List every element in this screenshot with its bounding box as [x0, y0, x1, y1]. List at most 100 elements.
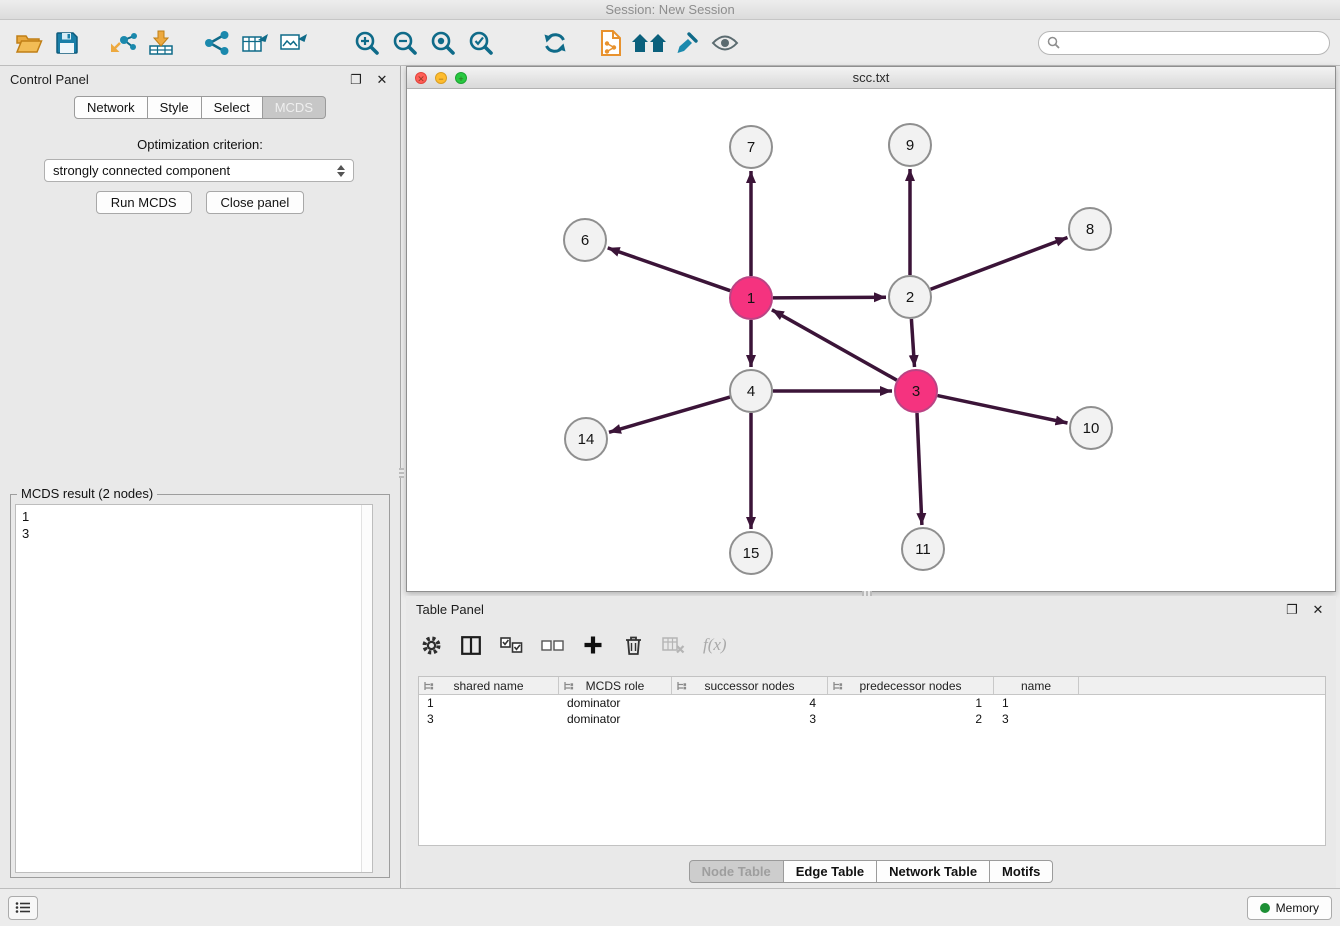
- graph-node-label-6: 6: [581, 232, 589, 249]
- share-document-button[interactable]: [592, 25, 630, 61]
- splitter-grip-vertical[interactable]: [399, 468, 404, 478]
- delete-table-button[interactable]: [662, 632, 685, 658]
- open-session-button[interactable]: [10, 25, 48, 61]
- tab-network[interactable]: Network: [74, 96, 148, 119]
- network-graph[interactable]: 7968124314101511: [407, 89, 1335, 591]
- cell-name[interactable]: 1: [994, 695, 1079, 711]
- import-table-icon: [148, 30, 174, 56]
- tab-style[interactable]: Style: [148, 96, 202, 119]
- plus-icon: [583, 635, 603, 655]
- toolbar-search[interactable]: [1038, 31, 1330, 55]
- tab-network-table[interactable]: Network Table: [877, 860, 990, 883]
- cell-successor-nodes[interactable]: 4: [672, 695, 828, 711]
- graph-edge-4-14[interactable]: [609, 397, 730, 432]
- show-panels-button[interactable]: [8, 896, 38, 920]
- graph-edge-2-8[interactable]: [931, 238, 1068, 290]
- node-table: shared name MCDS role successor nodes pr…: [418, 676, 1326, 846]
- column-header-name[interactable]: name: [994, 677, 1079, 694]
- criterion-select[interactable]: strongly connected component: [44, 159, 354, 182]
- minimize-window-icon[interactable]: −: [435, 72, 447, 84]
- cell-predecessor-nodes[interactable]: 2: [828, 711, 994, 727]
- memory-status-icon: [1260, 903, 1270, 913]
- tab-select[interactable]: Select: [202, 96, 263, 119]
- mcds-result-list[interactable]: 1 3: [15, 504, 373, 873]
- search-input[interactable]: [1065, 36, 1321, 50]
- unselect-all-columns-button[interactable]: [541, 632, 564, 658]
- column-header-mcds-role[interactable]: MCDS role: [559, 677, 672, 694]
- cell-successor-nodes[interactable]: 3: [672, 711, 828, 727]
- column-header-shared-name[interactable]: shared name: [419, 677, 559, 694]
- table-panel-tabs: Node Table Edge Table Network Table Moti…: [406, 860, 1336, 883]
- brush-button[interactable]: [668, 25, 706, 61]
- save-session-button[interactable]: [48, 25, 86, 61]
- column-header-label: shared name: [453, 679, 523, 693]
- memory-button[interactable]: Memory: [1247, 896, 1332, 920]
- tab-node-table[interactable]: Node Table: [689, 860, 784, 883]
- tab-edge-table[interactable]: Edge Table: [784, 860, 877, 883]
- graph-edge-1-2[interactable]: [773, 297, 886, 298]
- clone-network-button[interactable]: [198, 25, 236, 61]
- zoom-fit-button[interactable]: [424, 25, 462, 61]
- column-header-successor-nodes[interactable]: successor nodes: [672, 677, 828, 694]
- graph-node-label-11: 11: [915, 541, 931, 558]
- run-mcds-button[interactable]: Run MCDS: [96, 191, 192, 214]
- unselect-all-icon: [541, 639, 564, 652]
- table-row[interactable]: 3 dominator 3 2 3: [419, 711, 1325, 727]
- table-panel-header: Table Panel ❐ ✕: [406, 596, 1336, 622]
- cell-shared-name[interactable]: 1: [419, 695, 559, 711]
- cell-predecessor-nodes[interactable]: 1: [828, 695, 994, 711]
- column-header-label: name: [1021, 679, 1051, 693]
- search-icon: [1047, 36, 1060, 49]
- graph-edge-3-11[interactable]: [917, 413, 922, 525]
- window-titlebar[interactable]: Session: New Session: [0, 0, 1340, 20]
- mcds-result-item[interactable]: 3: [16, 525, 372, 542]
- tab-motifs[interactable]: Motifs: [990, 860, 1053, 883]
- select-all-columns-button[interactable]: [500, 632, 523, 658]
- cell-mcds-role[interactable]: dominator: [559, 695, 672, 711]
- close-table-panel-icon[interactable]: ✕: [1310, 601, 1326, 617]
- export-image-button[interactable]: [274, 25, 312, 61]
- refresh-view-button[interactable]: [536, 25, 574, 61]
- graph-edge-1-6[interactable]: [608, 248, 731, 291]
- import-table-button[interactable]: [142, 25, 180, 61]
- graph-edge-2-3[interactable]: [911, 319, 914, 367]
- status-bar: Memory: [0, 888, 1340, 926]
- graph-node-label-2: 2: [906, 289, 914, 306]
- network-window-titlebar[interactable]: ✕ − + scc.txt: [407, 67, 1335, 89]
- graph-edge-3-1[interactable]: [772, 310, 897, 380]
- zoom-selected-button[interactable]: [462, 25, 500, 61]
- tab-mcds[interactable]: MCDS: [263, 96, 326, 119]
- float-panel-icon[interactable]: ❐: [348, 71, 364, 87]
- import-network-button[interactable]: [104, 25, 142, 61]
- close-panel-icon[interactable]: ✕: [374, 71, 390, 87]
- column-header-predecessor-nodes[interactable]: predecessor nodes: [828, 677, 994, 694]
- cell-name[interactable]: 3: [994, 711, 1079, 727]
- show-hide-button[interactable]: [706, 25, 744, 61]
- table-settings-button[interactable]: [420, 632, 442, 658]
- maximize-window-icon[interactable]: +: [455, 72, 467, 84]
- network-view-window: ✕ − + scc.txt 7968124314101511: [406, 66, 1336, 592]
- mcds-result-item[interactable]: 1: [16, 505, 372, 525]
- create-column-button[interactable]: [582, 632, 604, 658]
- close-panel-button[interactable]: Close panel: [206, 191, 305, 214]
- graph-edge-3-10[interactable]: [938, 396, 1068, 423]
- zoom-out-button[interactable]: [386, 25, 424, 61]
- table-export-icon: [241, 31, 269, 55]
- zoom-in-button[interactable]: [348, 25, 386, 61]
- column-header-label: successor nodes: [704, 679, 794, 693]
- mcds-result-title: MCDS result (2 nodes): [17, 486, 157, 501]
- cell-mcds-role[interactable]: dominator: [559, 711, 672, 727]
- delete-column-button[interactable]: [622, 632, 644, 658]
- export-table-button[interactable]: [236, 25, 274, 61]
- cell-shared-name[interactable]: 3: [419, 711, 559, 727]
- first-neighbors-button[interactable]: [630, 25, 668, 61]
- select-all-icon: [500, 637, 523, 654]
- show-columns-button[interactable]: [460, 632, 482, 658]
- column-sort-icon: [832, 681, 843, 691]
- column-sort-icon: [676, 681, 687, 691]
- table-row[interactable]: 1 dominator 4 1 1: [419, 695, 1325, 711]
- float-table-panel-icon[interactable]: ❐: [1284, 601, 1300, 617]
- close-window-icon[interactable]: ✕: [415, 72, 427, 84]
- result-scrollbar[interactable]: [361, 505, 372, 872]
- function-builder-button[interactable]: f(x): [703, 632, 727, 658]
